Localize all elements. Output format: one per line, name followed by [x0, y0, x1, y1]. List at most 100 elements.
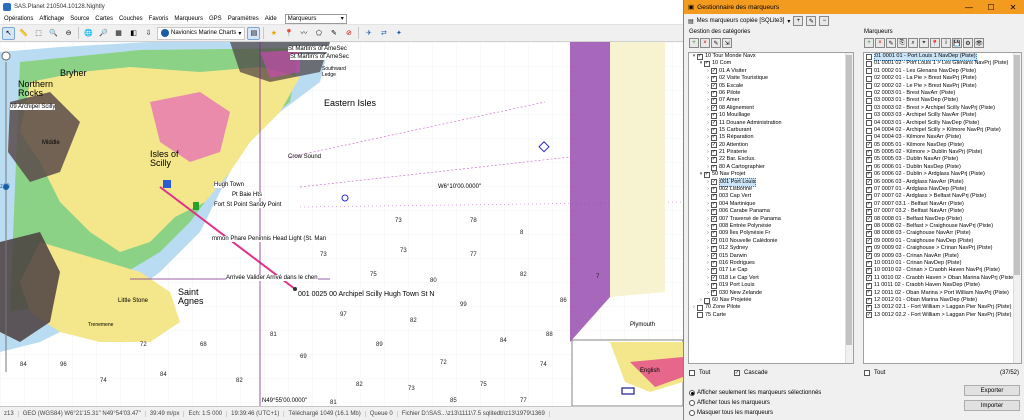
category-checkbox[interactable]: ✓	[711, 68, 717, 75]
scroll-thumb[interactable]	[1014, 55, 1020, 275]
select-all-categories[interactable]: Tout	[689, 370, 710, 376]
category-checkbox[interactable]: ✓	[711, 216, 717, 223]
category-item[interactable]: › ✓ 05 Escale	[689, 83, 853, 90]
category-item[interactable]: › ✓ 10 Mouillage	[689, 112, 853, 119]
category-item[interactable]: › ✓ 017 Le Cap	[689, 267, 853, 275]
database-selector[interactable]: Mes marqueurs copiée [SQLite3]	[697, 18, 785, 24]
import-button[interactable]: Importer	[964, 400, 1020, 411]
marker-checkbox[interactable]: ✓	[866, 289, 872, 297]
marker-checkbox[interactable]	[866, 83, 872, 90]
marker-item[interactable]: ✓ 08 0008 01 - Belfast NavDep (Piste)	[864, 216, 1021, 223]
marker-item[interactable]: ✓ 06 0006 02 - Dublin > Ardglass NavPrj (…	[864, 171, 1021, 178]
radio-button[interactable]	[689, 390, 695, 396]
marker-checkbox[interactable]: ✓	[866, 312, 872, 319]
category-item[interactable]: › ✓ 15 Carburant	[689, 127, 853, 134]
menu-affichage[interactable]: Affichage	[39, 16, 64, 22]
map-type-icon[interactable]: ▦	[112, 27, 125, 40]
marker-checkbox[interactable]: ✓	[866, 282, 872, 289]
marker-checkbox[interactable]: ✓	[866, 260, 872, 267]
map-view[interactable]: z13 Bryher Northern Rocks Eastern Isles …	[0, 42, 683, 406]
menu-favoris[interactable]: Favoris	[149, 16, 169, 22]
category-item[interactable]: › ✓ 019 Port Louis	[689, 282, 853, 289]
checkbox[interactable]: ✓	[734, 370, 740, 376]
category-item[interactable]: › ✓ 003 Cap Vert	[689, 193, 853, 201]
add-polygon-icon[interactable]: ⬠	[312, 27, 325, 40]
marker-edit-icon[interactable]: ✎	[327, 27, 340, 40]
add-category-icon[interactable]: +	[689, 38, 699, 48]
visibility-icon[interactable]: 👁	[974, 38, 984, 48]
marker-item[interactable]: ✓ 09 0009 03 - Crinan NavArr (Piste)	[864, 253, 1021, 260]
category-item[interactable]: › ✓ 016 Rodrigues	[689, 260, 853, 267]
category-checkbox[interactable]: ✓	[711, 193, 717, 201]
category-checkbox[interactable]: ✓	[711, 97, 717, 105]
marker-item[interactable]: ✓ 11 0010 02 - Craobh Haven > Oban Marina…	[864, 275, 1021, 282]
category-checkbox[interactable]: ✓	[697, 53, 703, 60]
marker-checkbox[interactable]	[866, 75, 872, 82]
category-checkbox[interactable]: ✓	[711, 260, 717, 267]
category-checkbox[interactable]	[704, 297, 710, 304]
marker-item[interactable]: ✓ 08 0008 03 - Craighouse NavArr (Piste)	[864, 230, 1021, 238]
category-item[interactable]: › ✓ 004 Martinique	[689, 201, 853, 208]
category-checkbox[interactable]: ✓	[711, 142, 717, 149]
marker-checkbox[interactable]	[866, 98, 872, 105]
gps-connect-icon[interactable]: ✈	[362, 27, 375, 40]
marker-item[interactable]: ✓ 13 0012 02.2 - Fort William > Laggan Pi…	[864, 312, 1021, 319]
category-item[interactable]: › ✓ 012 Sydney	[689, 245, 853, 252]
radio-hide-all[interactable]: Masquer tous les marqueurs	[689, 410, 773, 416]
marker-label-port-louis[interactable]: 001 0025 00 Archipel Scilly Hugh Town St…	[298, 291, 435, 298]
category-item[interactable]: › ✓ 15 Réparation	[689, 134, 853, 141]
map-source-selector[interactable]: Navionics Marine Charts ▾	[157, 26, 246, 40]
marker-checkbox[interactable]: ✓	[866, 201, 872, 208]
marker-checkbox[interactable]: ✓	[866, 208, 872, 215]
marker-checkbox[interactable]	[866, 120, 872, 127]
marker-item[interactable]: ✓ 05 0005 02 - Kilmore > Dublin NavPrj (P…	[864, 149, 1021, 156]
marker-checkbox[interactable]: ✓	[866, 149, 872, 156]
marker-item[interactable]: 04 0003 01 - Archipel Scilly NavDep (Pis…	[864, 120, 1021, 127]
marker-item[interactable]: ✓ 11 0011 02 - Craobh Haven NavDep (Piste…	[864, 282, 1021, 289]
markers-combo[interactable]: Marqueurs ▾	[284, 13, 347, 24]
marker-item[interactable]: ✓ 09 0009 02 - Craighouse > Crinan NavPrj…	[864, 245, 1021, 252]
category-item[interactable]: › ✓ 009 Îles Polynésie Fr	[689, 230, 853, 238]
menu-parametres[interactable]: Paramètres	[228, 16, 259, 22]
category-item[interactable]: › 60 Nav Projetée	[689, 297, 853, 304]
category-item[interactable]: › ✓ 008 Entrée Polynésie	[689, 223, 853, 230]
star-favorite-icon[interactable]: ★	[267, 27, 280, 40]
category-item[interactable]: › ✓ 001 Port Louis	[689, 177, 853, 188]
marker-item[interactable]: 01 0002 01 - Les Glenans NavDep (Piste)	[864, 68, 1021, 75]
marker-item[interactable]: ✓ 07 0007 01 - Ardglass NavDep (Piste)	[864, 186, 1021, 193]
category-item[interactable]: › ✓ 22 Bar. Exclus.	[689, 156, 853, 164]
cascade-toggle[interactable]: ✓ Cascade	[734, 370, 768, 376]
marker-checkbox[interactable]	[866, 112, 872, 119]
hide-markers-icon[interactable]: ⊘	[342, 27, 355, 40]
marker-item[interactable]: ✓ 07 0007 03.2 - Belfast NavArr (Piste)	[864, 208, 1021, 215]
add-marker-icon[interactable]: +	[864, 38, 874, 48]
category-item[interactable]: › ✓ 002 Lisbonne	[689, 186, 853, 193]
category-checkbox[interactable]	[697, 312, 703, 319]
marker-item[interactable]: ✓ 12 0012 01 - Oban Marina NavDep (Piste)	[864, 297, 1021, 304]
category-checkbox[interactable]: ✓	[711, 149, 717, 156]
marker-checkbox[interactable]: ✓	[866, 142, 872, 149]
category-item[interactable]: › ✓ 030 New Zelande	[689, 289, 853, 297]
category-checkbox[interactable]: ✓	[704, 60, 710, 68]
marker-checkbox[interactable]	[866, 105, 872, 112]
category-item[interactable]: › ✓ 06 Pilote	[689, 90, 853, 97]
minimize-icon[interactable]: —	[958, 3, 980, 12]
scroll-thumb[interactable]	[846, 55, 852, 345]
category-item[interactable]: ▾ ✓ 50 Nav Projet	[689, 171, 853, 178]
marker-checkbox[interactable]: ✓	[866, 230, 872, 238]
zoom-in-icon[interactable]: 🔍	[47, 27, 60, 40]
menu-source[interactable]: Source	[70, 16, 89, 22]
marker-item[interactable]: 02 0002 02 - Le Pie > Brest NavPrj (Pist…	[864, 83, 1021, 90]
category-checkbox[interactable]: ✓	[711, 253, 717, 260]
marker-checkbox[interactable]: ✓	[866, 186, 872, 193]
radio-button[interactable]	[689, 410, 695, 416]
marker-checkbox[interactable]	[866, 134, 872, 141]
maximize-icon[interactable]: ☐	[980, 3, 1002, 12]
marker-item[interactable]: ✓ 08 0008 02 - Belfast > Craighouse NavPr…	[864, 223, 1021, 230]
category-checkbox[interactable]: ✓	[711, 282, 717, 289]
category-item[interactable]: › ✓ 08 Alignement	[689, 105, 853, 112]
marker-checkbox[interactable]: ✓	[866, 179, 872, 186]
marker-item[interactable]: ✓ 12 0011 02 - Oban Marina > Port William…	[864, 289, 1021, 297]
cursor-tool-icon[interactable]: ↖	[2, 26, 15, 40]
category-checkbox[interactable]: ✓	[711, 201, 717, 208]
